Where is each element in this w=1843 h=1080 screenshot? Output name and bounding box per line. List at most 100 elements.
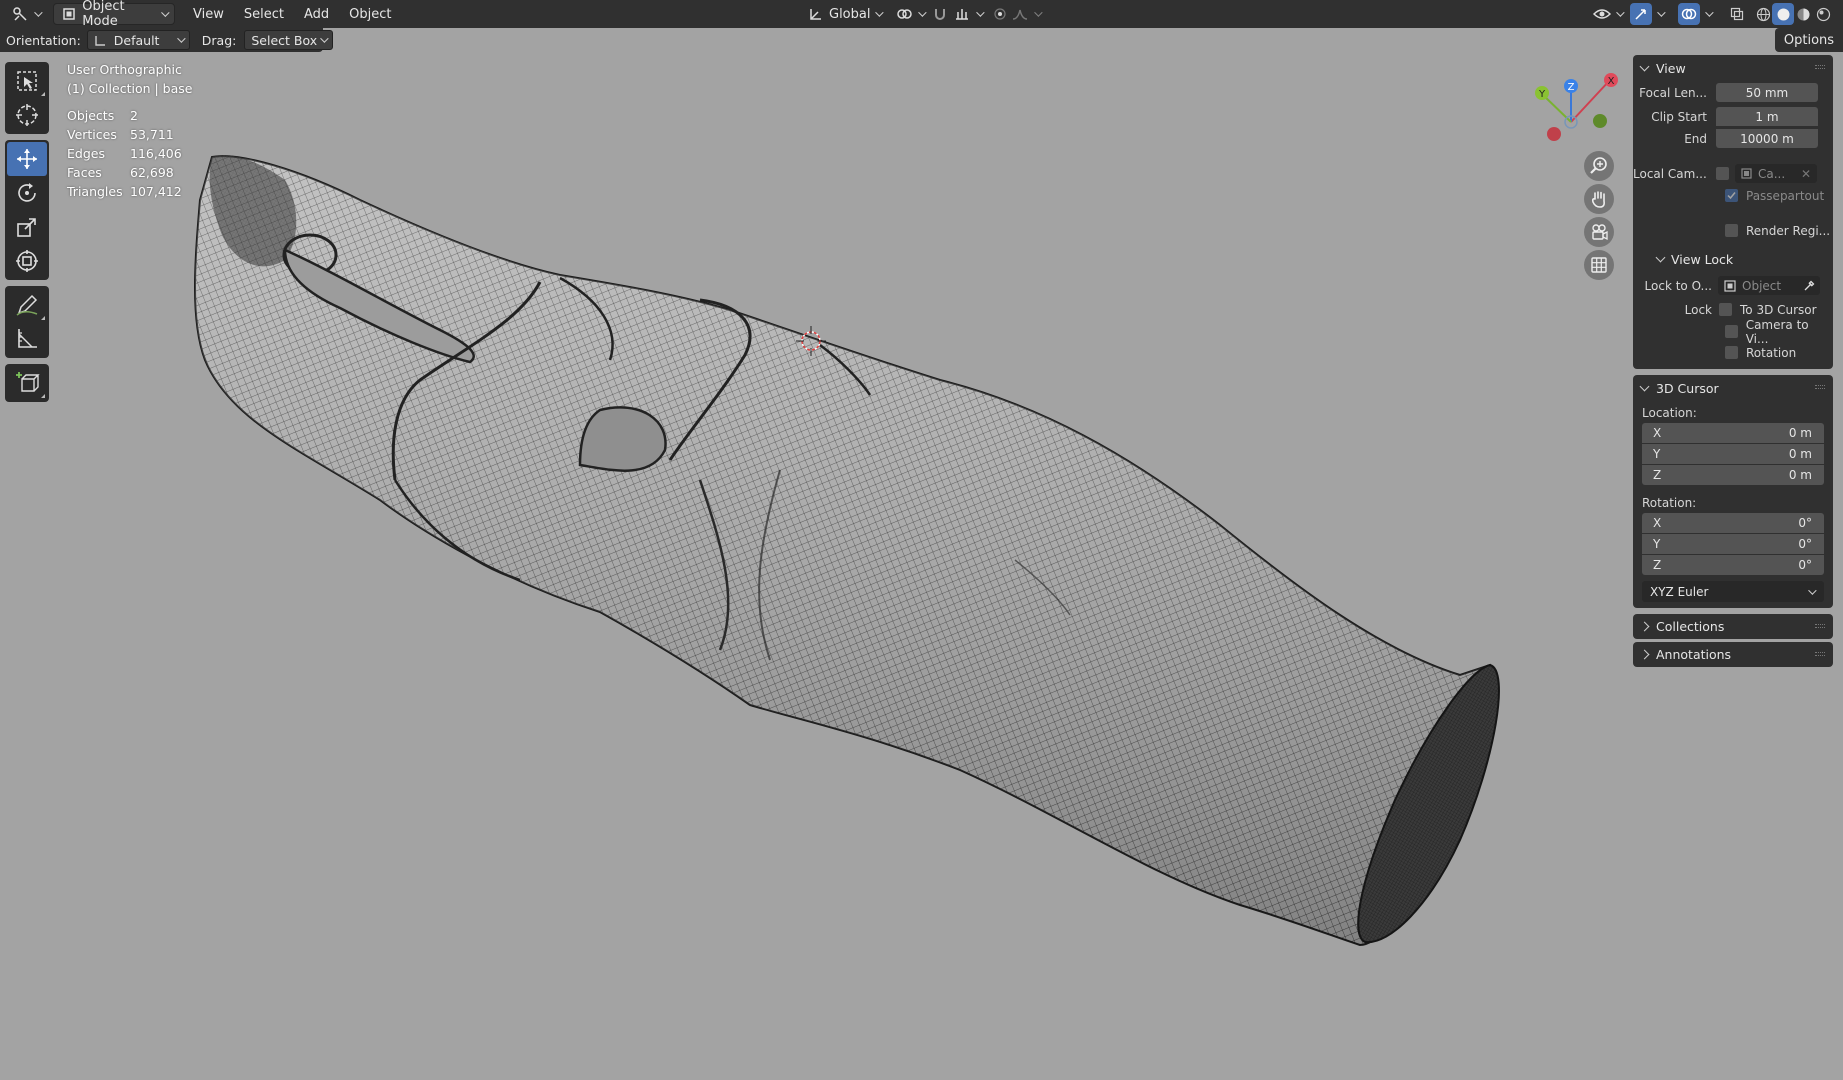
- rotate-tool[interactable]: [7, 176, 47, 210]
- editor-type-button[interactable]: [4, 3, 47, 25]
- axis-value: 0 m: [1788, 447, 1812, 461]
- clip-end-field[interactable]: 10000 m: [1716, 129, 1818, 148]
- annotate-tool[interactable]: [7, 288, 47, 322]
- mode-selector[interactable]: Object Mode: [53, 0, 175, 29]
- navigation-gizmo[interactable]: Y Z X: [1520, 66, 1640, 156]
- mode-label: Object Mode: [82, 0, 125, 29]
- cursor-tool[interactable]: [7, 98, 47, 132]
- x-axis-label: X: [1608, 76, 1615, 87]
- 3d-cursor-panel-header[interactable]: 3D Cursor: [1633, 375, 1833, 401]
- overlays-dropdown[interactable]: [1702, 3, 1714, 25]
- chevron-down-icon: [1639, 61, 1650, 71]
- axis-label: Z: [1653, 468, 1662, 482]
- drag-label: Drag:: [201, 32, 237, 48]
- orientation-dropdown[interactable]: Default: [86, 30, 190, 50]
- drag-grip-icon[interactable]: [1815, 652, 1825, 656]
- shading-material[interactable]: [1792, 3, 1814, 25]
- overlays-toggle[interactable]: [1678, 3, 1700, 25]
- location-z-field[interactable]: Z 0 m: [1642, 465, 1824, 485]
- viewport-header: Object Mode View Select Add Object Globa…: [0, 0, 1843, 29]
- location-x-field[interactable]: X 0 m: [1642, 423, 1824, 443]
- chevron-down-icon: [1616, 8, 1625, 17]
- gizmo-dropdown[interactable]: [1654, 3, 1666, 25]
- lock-to-object-field[interactable]: Object: [1718, 276, 1820, 295]
- lock-camera-to-view-row[interactable]: Camera to Vi...: [1633, 318, 1833, 346]
- menu-view[interactable]: View: [183, 3, 234, 25]
- lock-to-3d-cursor-checkbox[interactable]: [1719, 303, 1732, 316]
- view-panel-header[interactable]: View: [1633, 55, 1833, 81]
- transform-tool[interactable]: [7, 244, 47, 278]
- shading-wireframe[interactable]: [1752, 3, 1774, 25]
- add-cube-icon: [16, 372, 40, 392]
- annotations-panel-header[interactable]: Annotations: [1633, 642, 1833, 667]
- stat-row: Edges 116,406: [67, 146, 192, 165]
- stat-key: Edges: [67, 146, 105, 161]
- shading-rendered[interactable]: [1812, 3, 1834, 25]
- gizmo-toggle[interactable]: [1630, 3, 1652, 25]
- passepartout-row[interactable]: Passepartout: [1633, 185, 1833, 206]
- view-lock-subpanel-header[interactable]: View Lock: [1633, 247, 1833, 271]
- select-box-tool[interactable]: [7, 64, 47, 98]
- negative-y-handle[interactable]: [1593, 114, 1607, 128]
- checkmark-icon: [1727, 192, 1736, 200]
- shading-solid[interactable]: [1772, 3, 1794, 25]
- tool-header: Orientation: Default Drag: Select Box Op…: [0, 28, 1843, 52]
- rotation-mode-value: XYZ Euler: [1650, 584, 1709, 599]
- scale-tool[interactable]: [7, 210, 47, 244]
- stat-key: Faces: [67, 165, 102, 180]
- menu-add[interactable]: Add: [294, 3, 339, 25]
- eyedropper-icon[interactable]: [1803, 280, 1815, 292]
- tool-group: [5, 140, 49, 280]
- gizmo-icon: [1632, 5, 1650, 23]
- rotation-x-field[interactable]: X 0°: [1642, 513, 1824, 533]
- select-box-icon: [17, 71, 37, 91]
- collections-panel-header[interactable]: Collections: [1633, 614, 1833, 639]
- pan-button[interactable]: [1584, 184, 1614, 214]
- snap-target-dropdown[interactable]: [946, 3, 989, 25]
- camera-view-button[interactable]: [1584, 217, 1614, 247]
- drag-dropdown[interactable]: Select Box: [244, 30, 334, 50]
- tool-group: [5, 286, 49, 358]
- move-tool[interactable]: [7, 142, 47, 176]
- rotation-mode-dropdown[interactable]: XYZ Euler: [1642, 581, 1824, 602]
- visibility-dropdown[interactable]: [1586, 3, 1629, 25]
- negative-x-handle[interactable]: [1547, 127, 1561, 141]
- render-region-checkbox[interactable]: [1725, 224, 1738, 237]
- drag-grip-icon[interactable]: [1815, 65, 1825, 69]
- lock-rotation-checkbox[interactable]: [1725, 346, 1738, 359]
- transform-orientation-dropdown[interactable]: Global: [800, 3, 888, 25]
- clear-x-icon[interactable]: ✕: [1801, 167, 1811, 181]
- local-camera-field[interactable]: Ca... ✕: [1735, 164, 1817, 183]
- add-cube-tool[interactable]: [7, 366, 47, 400]
- menu-object[interactable]: Object: [339, 3, 401, 25]
- options-button[interactable]: Options: [1775, 28, 1843, 52]
- drag-grip-icon[interactable]: [1815, 624, 1825, 628]
- measure-tool[interactable]: [7, 322, 47, 356]
- focal-length-field[interactable]: 50 mm: [1716, 83, 1818, 102]
- cursor-icon: [16, 104, 38, 126]
- proportional-falloff-dropdown[interactable]: [1004, 3, 1047, 25]
- drag-grip-icon[interactable]: [1815, 385, 1825, 389]
- local-camera-checkbox[interactable]: [1716, 167, 1729, 180]
- zoom-button[interactable]: [1584, 151, 1614, 181]
- 3d-viewport[interactable]: [0, 52, 1843, 1080]
- clip-start-field[interactable]: 1 m: [1716, 107, 1818, 126]
- axis-label: Z: [1653, 558, 1662, 572]
- lock-camera-to-view-checkbox[interactable]: [1725, 325, 1738, 338]
- passepartout-checkbox[interactable]: [1725, 189, 1738, 202]
- object-mode-icon: [61, 5, 77, 23]
- xray-toggle[interactable]: [1726, 3, 1748, 25]
- location-y-field[interactable]: Y 0 m: [1642, 444, 1824, 464]
- mesh-object-sarcophagus[interactable]: [194, 154, 1500, 947]
- render-region-row[interactable]: Render Regi...: [1633, 220, 1833, 241]
- perspective-toggle-button[interactable]: [1584, 250, 1614, 280]
- rotation-z-field[interactable]: Z 0°: [1642, 555, 1824, 575]
- lock-camera-to-view-label: Camera to Vi...: [1745, 317, 1809, 346]
- axis-icon: [807, 5, 825, 23]
- sidebar-panel: View Focal Len... 50 mm Clip Start 1 m E…: [1633, 55, 1833, 670]
- menu-select[interactable]: Select: [234, 3, 294, 25]
- axis-label: X: [1653, 426, 1662, 440]
- rotation-y-field[interactable]: Y 0°: [1642, 534, 1824, 554]
- axis-label: Y: [1653, 447, 1661, 461]
- header-menus: View Select Add Object: [183, 3, 401, 25]
